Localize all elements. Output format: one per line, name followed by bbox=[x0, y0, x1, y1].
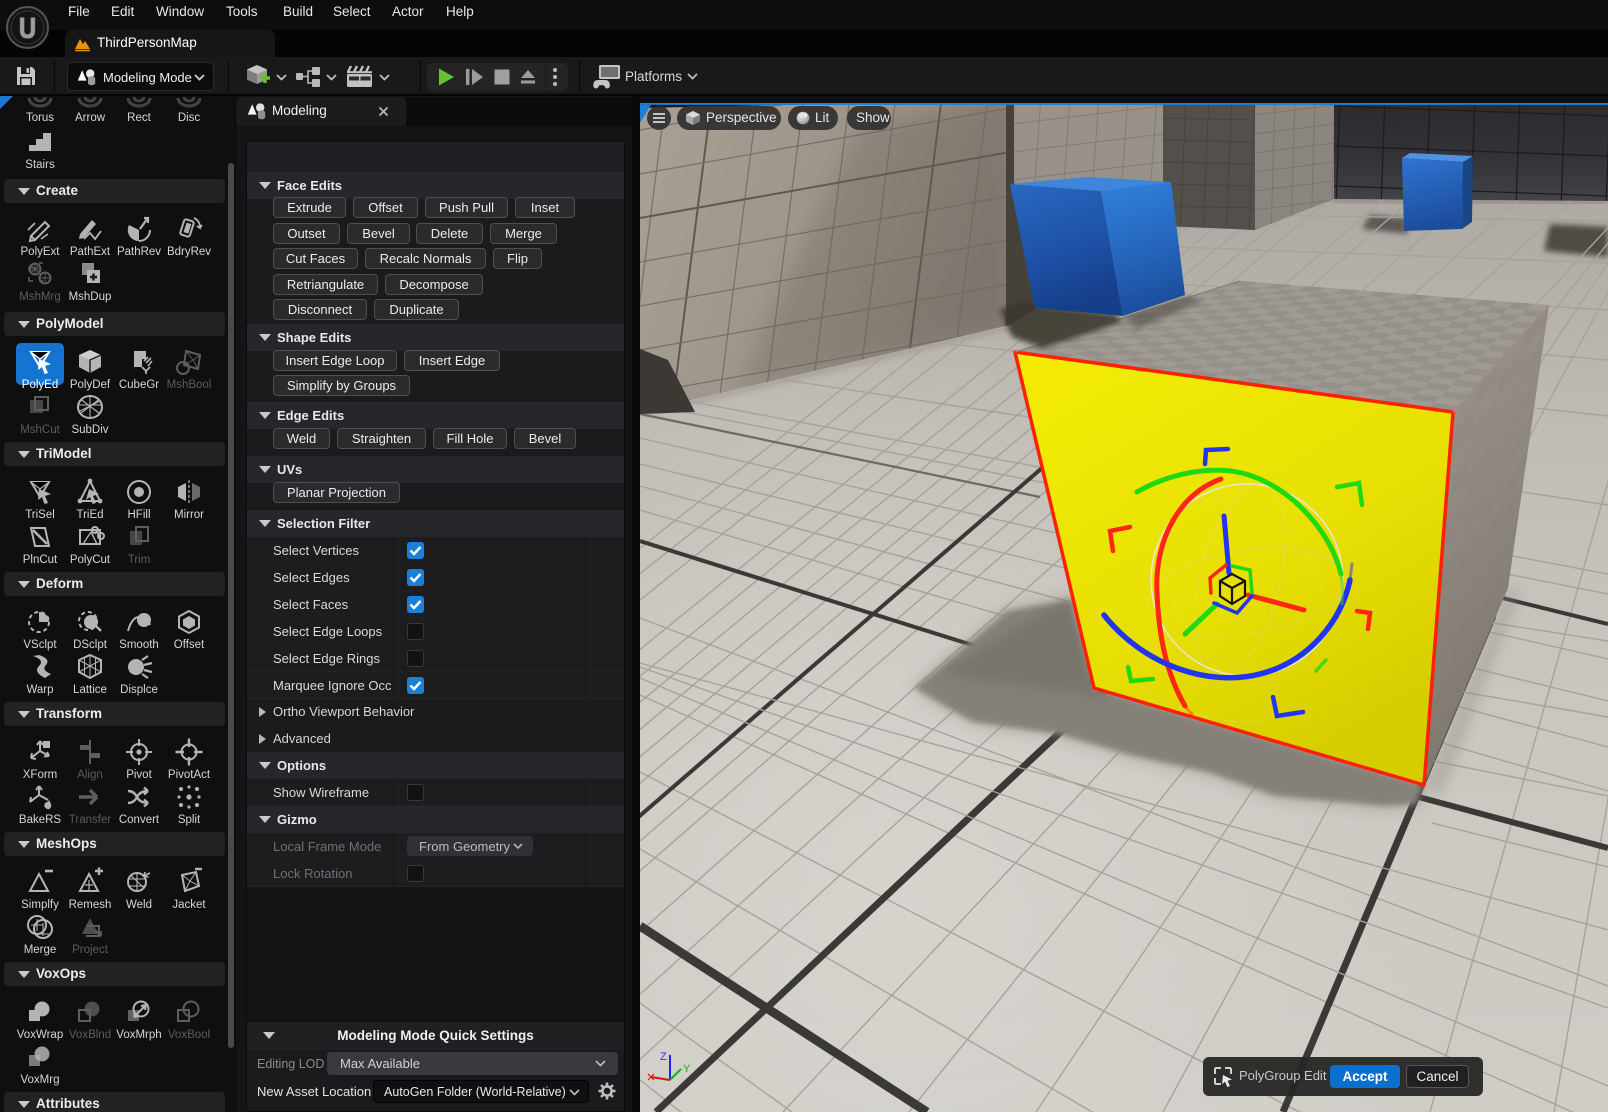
svg-text:Y: Y bbox=[683, 1063, 691, 1075]
svg-text:Z: Z bbox=[660, 1051, 667, 1063]
